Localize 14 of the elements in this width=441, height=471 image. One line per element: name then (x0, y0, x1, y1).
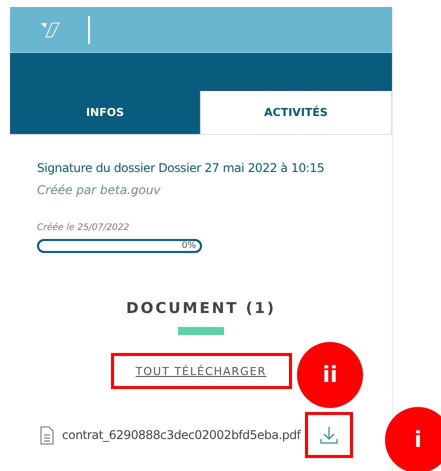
section-heading: DOCUMENT (1) (126, 299, 276, 317)
request-title: Signature du dossier Dossier 27 mai 2022 à 10:15 (37, 161, 326, 175)
download-all-link[interactable]: TOUT TÉLÉCHARGER (110, 353, 292, 389)
author-text: Créée par beta.gouv (37, 183, 162, 197)
created-date: Créée le 25/07/2022 (37, 223, 130, 233)
download-button[interactable] (304, 412, 353, 458)
annotation-marker: ii (297, 342, 363, 408)
download-icon (320, 426, 338, 444)
logo-icon (40, 22, 60, 38)
annotation-marker: i (385, 407, 441, 471)
file-name: contrat_6290888c3dec02002bfd5eba.pdf (62, 428, 301, 442)
tab[interactable]: INFOS (10, 91, 201, 134)
document-icon (40, 426, 54, 444)
heading-underline (178, 327, 224, 335)
